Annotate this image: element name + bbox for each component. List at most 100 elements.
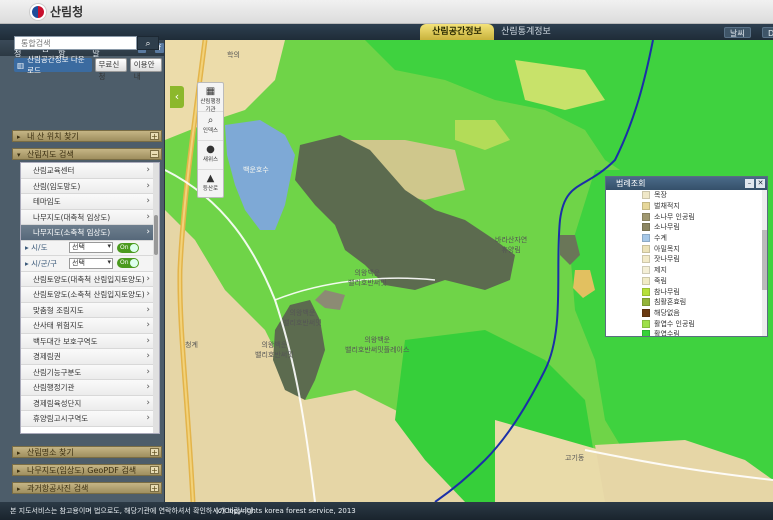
legend-swatch: [642, 330, 650, 336]
section-geopdf[interactable]: ▸ 나무지도(임상도) GeoPDF 검색 +: [12, 464, 162, 476]
list-item-selected[interactable]: 나무지도(소축척 임상도) ›: [21, 225, 153, 241]
section-aerial-photo[interactable]: ▸ 과거항공사진 검색 +: [12, 482, 162, 494]
tab-forest-spatial-info[interactable]: 산림공간정보: [420, 24, 494, 40]
province-toggle[interactable]: On: [117, 242, 139, 253]
legend-swatch: [642, 319, 650, 328]
legend-swatch: [642, 202, 650, 211]
expand-icon[interactable]: +: [150, 448, 159, 457]
list-item[interactable]: 테마임도 ›: [21, 194, 153, 210]
legend-scroll-thumb[interactable]: [762, 230, 767, 290]
list-item[interactable]: 산림행정기관 ›: [21, 380, 153, 396]
magnify-icon: ⌕: [207, 115, 214, 126]
logo-text: 산림청: [50, 5, 84, 19]
district-toggle[interactable]: On: [117, 258, 139, 269]
legend-swatch: [642, 244, 650, 253]
list-scrollbar[interactable]: [153, 163, 159, 433]
district-select[interactable]: 선택: [69, 257, 113, 269]
legend-item: 활엽수 인공림: [606, 318, 769, 329]
legend-label: 죽림: [654, 276, 667, 285]
chevron-right-icon: ›: [146, 304, 150, 315]
legend-header[interactable]: 범례조회 – ✕: [606, 177, 767, 190]
map-label-town: 고기동: [565, 454, 585, 462]
list-item[interactable]: 산림토양도(소축척 산림입지토양도) ›: [21, 287, 153, 303]
expand-icon[interactable]: +: [150, 132, 159, 141]
legend-item: 잣나무림: [606, 254, 769, 265]
legend-scrollbar[interactable]: [762, 190, 767, 336]
legend-label: 활엽수 인공림: [654, 319, 695, 328]
tool-index[interactable]: ⌕ 인덱스: [198, 112, 223, 141]
list-item[interactable]: 산림토양도(대축척 산림입지토양도) ›: [21, 271, 153, 287]
legend-swatch: [642, 255, 650, 264]
collapse-icon[interactable]: −: [150, 150, 159, 159]
triangle-icon: ▸: [17, 467, 21, 475]
legend-swatch: [642, 276, 650, 285]
search-button[interactable]: ⌕: [137, 36, 159, 50]
chevron-right-icon: ›: [146, 320, 150, 330]
list-item[interactable]: 나무지도(대축척 임상도) ›: [21, 209, 153, 225]
province-select[interactable]: 선택: [69, 242, 113, 254]
forest-service-logo[interactable]: 산림청: [30, 3, 83, 20]
list-item[interactable]: 맞춤형 조림지도 ›: [21, 302, 153, 318]
list-item[interactable]: 산림(임도망도) ›: [21, 178, 153, 194]
mountain-icon: ▲: [206, 173, 215, 184]
header-extra-button[interactable]: D: [762, 27, 773, 38]
triangle-icon: ▸: [17, 449, 21, 457]
legend-swatch: [642, 223, 650, 232]
expand-icon[interactable]: +: [150, 484, 159, 493]
legend-list: 목장 벌채적지 소나무 인공림 소나무림 수계 아밀목지 잣나무림 제지 죽림 참나무림 침활혼효림…: [606, 190, 769, 336]
scroll-thumb[interactable]: [154, 215, 158, 255]
panel-collapse-tab[interactable]: ‹: [170, 86, 184, 108]
map-label-apartment-3: 의왕백운 밸리호반써밋플레이스: [345, 336, 410, 354]
legend-swatch: [642, 266, 650, 275]
map-label-apartment-2: 의왕백운 밸리호반써밋: [283, 309, 322, 327]
section-forest-map-search[interactable]: ▾ 산림지도 검색 −: [12, 148, 162, 160]
tab-forest-statistics[interactable]: 산림통계정보: [496, 24, 556, 40]
list-item[interactable]: 산림교육센터 ›: [21, 163, 153, 179]
chevron-right-icon: ›: [146, 382, 150, 392]
legend-label: 벌채적지: [654, 202, 680, 211]
search-input[interactable]: [14, 36, 137, 50]
triangle-icon: ▸: [17, 133, 21, 141]
legend-item: 침활혼효림: [606, 297, 769, 308]
list-item[interactable]: 산사태 위험지도 ›: [21, 318, 153, 334]
close-icon[interactable]: ✕: [756, 179, 765, 188]
list-item[interactable]: 휴양림고시구역도 ›: [21, 411, 153, 427]
tool-location[interactable]: ● 새위스: [198, 141, 223, 170]
province-select-row: ▸ 시/도 선택 On: [21, 240, 153, 256]
legend-label: 소나무림: [654, 223, 680, 232]
list-item[interactable]: 산림기능구분도 ›: [21, 364, 153, 380]
chevron-right-icon: ›: [146, 211, 150, 222]
map-label-apartment-1: 의왕백운 밸리호반써밋: [348, 269, 387, 287]
map-icon: ▥: [17, 60, 25, 70]
tool-trail[interactable]: ▲ 등산로: [198, 170, 223, 199]
legend-label: 참나무림: [654, 287, 680, 296]
tool-admin-office[interactable]: ▦ 산림행정기관: [198, 83, 223, 113]
map-label-cheong: 청계: [185, 341, 198, 349]
weather-button[interactable]: 날씨: [724, 27, 751, 38]
list-item[interactable]: 백두대간 보호구역도 ›: [21, 333, 153, 349]
legend-item: 해당없음: [606, 308, 769, 319]
province-label: ▸ 시/도: [25, 243, 48, 253]
section-my-location[interactable]: ▸ 내 산 위치 찾기 +: [12, 130, 162, 142]
expand-icon[interactable]: +: [150, 466, 159, 475]
legend-swatch: [642, 234, 650, 243]
section-forest-place[interactable]: ▸ 산림명소 찾기 +: [12, 446, 162, 458]
logo-mark-icon: [30, 3, 46, 20]
legend-window: 범례조회 – ✕ 목장 벌채적지 소나무 인공림 소나무림 수계 아밀목지 잣나무림 제지 죽림…: [605, 176, 768, 337]
list-item[interactable]: 경제림육성단지 ›: [21, 395, 153, 411]
legend-label: 활엽수림: [654, 330, 680, 336]
legend-item: 수계: [606, 233, 769, 244]
list-item[interactable]: 경제림권 ›: [21, 349, 153, 365]
usage-guide-button[interactable]: 이용안내: [129, 58, 162, 81]
pin-icon: ●: [206, 144, 215, 155]
legend-label: 잣나무림: [654, 255, 680, 264]
legend-item: 죽림: [606, 276, 769, 287]
legend-title: 범례조회: [616, 179, 646, 188]
chevron-right-icon: ›: [146, 397, 150, 408]
legend-item: 소나무 인공림: [606, 211, 769, 222]
free-apply-button[interactable]: 무료신청: [94, 58, 127, 81]
legend-label: 해당없음: [654, 308, 680, 317]
chevron-right-icon: ›: [146, 335, 150, 346]
minimize-icon[interactable]: –: [745, 179, 754, 188]
chevron-right-icon: ›: [146, 289, 150, 299]
